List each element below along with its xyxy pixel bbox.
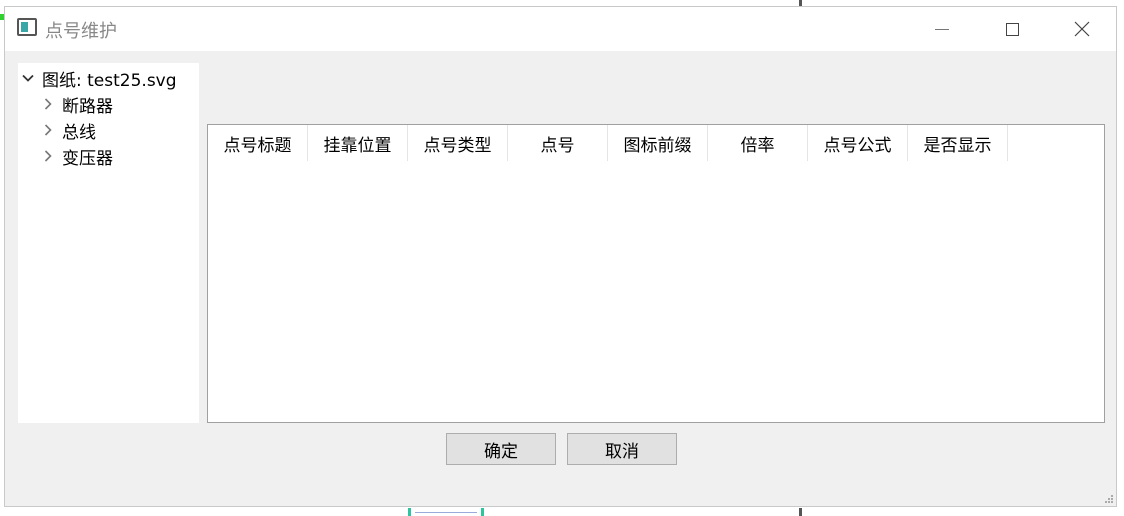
tree-item-label: 变压器 bbox=[62, 148, 113, 169]
chevron-down-icon[interactable] bbox=[22, 72, 34, 84]
tree-item-root[interactable]: 图纸: test25.svg bbox=[22, 65, 177, 91]
table-header: 点号标题 挂靠位置 点号类型 点号 图标前缀 倍率 点号公式 是否显示 bbox=[208, 125, 1008, 161]
maximize-button[interactable] bbox=[989, 7, 1035, 51]
tree-item-label: 断路器 bbox=[62, 96, 113, 117]
column-header[interactable]: 点号标题 bbox=[208, 125, 308, 161]
column-header[interactable]: 挂靠位置 bbox=[308, 125, 408, 161]
resize-grip-icon[interactable] bbox=[1103, 493, 1113, 503]
chevron-right-icon[interactable] bbox=[42, 124, 54, 136]
tree-item-label: 总线 bbox=[62, 122, 96, 143]
minimize-icon bbox=[935, 28, 949, 30]
chevron-right-icon[interactable] bbox=[42, 150, 54, 162]
column-header[interactable]: 点号公式 bbox=[808, 125, 908, 161]
background-fragment bbox=[799, 508, 802, 516]
dialog-window: 点号维护 图纸: test25.svg 断路器 总线 变压器 点号标题 挂靠位置… bbox=[4, 6, 1117, 507]
app-icon bbox=[17, 18, 37, 36]
maximize-icon bbox=[1005, 22, 1019, 36]
column-header[interactable]: 图标前缀 bbox=[608, 125, 708, 161]
tree-item-transformer[interactable]: 变压器 bbox=[42, 143, 113, 169]
column-header[interactable]: 点号 bbox=[508, 125, 608, 161]
chevron-right-icon[interactable] bbox=[42, 98, 54, 110]
close-button[interactable] bbox=[1059, 7, 1105, 51]
drawing-tree: 图纸: test25.svg 断路器 总线 变压器 bbox=[18, 63, 199, 423]
column-header[interactable]: 是否显示 bbox=[908, 125, 1008, 161]
ok-button[interactable]: 确定 bbox=[446, 433, 556, 465]
title-bar[interactable]: 点号维护 bbox=[5, 7, 1116, 51]
cancel-button[interactable]: 取消 bbox=[567, 433, 677, 465]
window-title: 点号维护 bbox=[45, 21, 117, 42]
tree-item-bus[interactable]: 总线 bbox=[42, 117, 96, 143]
column-header[interactable]: 倍率 bbox=[708, 125, 808, 161]
tree-item-label: 图纸: test25.svg bbox=[42, 70, 177, 91]
column-header[interactable]: 点号类型 bbox=[408, 125, 508, 161]
close-icon bbox=[1074, 21, 1090, 37]
point-table[interactable]: 点号标题 挂靠位置 点号类型 点号 图标前缀 倍率 点号公式 是否显示 bbox=[207, 124, 1105, 423]
tree-item-breaker[interactable]: 断路器 bbox=[42, 91, 113, 117]
minimize-button[interactable] bbox=[919, 7, 965, 51]
background-fragment bbox=[408, 508, 484, 516]
